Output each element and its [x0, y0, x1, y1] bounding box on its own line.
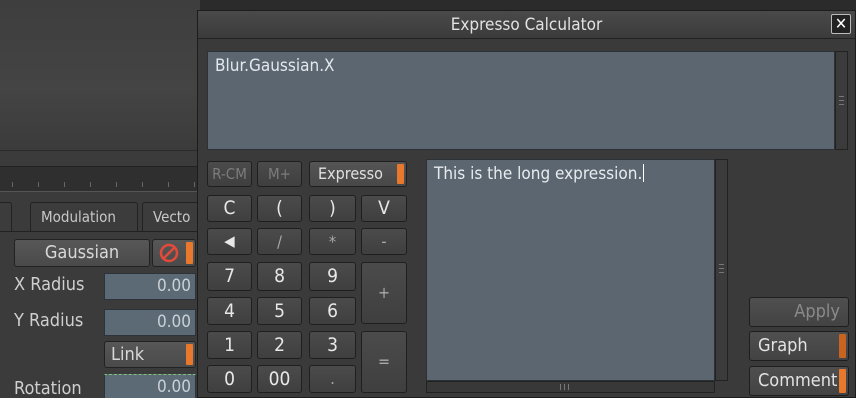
y-radius-field[interactable]: 0.00	[104, 309, 196, 336]
comment-button[interactable]: Comment	[749, 366, 849, 396]
plus-button[interactable]: +	[361, 262, 407, 324]
one-button[interactable]: 1	[207, 331, 252, 359]
close-button[interactable]: ✕	[831, 14, 851, 34]
close-icon: ✕	[834, 14, 848, 33]
y-radius-label: Y Radius	[14, 310, 84, 331]
backspace-button[interactable]: ◀	[207, 228, 252, 255]
back-arrow-icon: ◀	[224, 232, 235, 250]
expression-field[interactable]: Blur.Gaussian.X	[207, 51, 835, 150]
orange-indicator	[397, 164, 404, 184]
open-paren-button[interactable]: (	[257, 195, 302, 222]
timeline-ruler[interactable]	[0, 166, 200, 192]
rotation-field[interactable]: 0.00	[104, 374, 196, 398]
graph-button[interactable]: Graph	[749, 331, 849, 361]
equals-button[interactable]: =	[361, 331, 407, 393]
text-cursor	[643, 164, 645, 182]
expresso-calculator-window: Expresso Calculator ✕ Blur.Gaussian.X R-…	[197, 10, 856, 398]
expresso-button[interactable]: Expresso	[309, 161, 407, 187]
comment-horizontal-scrollbar[interactable]	[426, 381, 715, 393]
four-button[interactable]: 4	[207, 297, 252, 325]
minus-button[interactable]: -	[361, 228, 407, 255]
x-radius-label: X Radius	[14, 274, 85, 295]
divide-button[interactable]: /	[257, 228, 302, 255]
orange-indicator	[186, 344, 193, 365]
background-panel: Modulation Vecto Gaussian X Radius 0.00 …	[0, 0, 202, 398]
seven-button[interactable]: 7	[207, 262, 252, 291]
six-button[interactable]: 6	[309, 297, 356, 325]
close-paren-button[interactable]: )	[309, 195, 356, 222]
comment-text: This is the long expression.	[434, 164, 643, 184]
memory-add-button[interactable]: M+	[257, 161, 302, 187]
two-button[interactable]: 2	[257, 331, 302, 359]
apply-button[interactable]: Apply	[749, 297, 849, 327]
decimal-point-button[interactable]: .	[309, 365, 356, 393]
tab-strip-line	[0, 231, 200, 232]
tab-partial[interactable]	[0, 202, 12, 232]
double-zero-button[interactable]: 00	[257, 365, 302, 393]
background-viewport	[0, 0, 200, 150]
tab-vector[interactable]: Vecto	[142, 202, 202, 232]
disable-filter-button[interactable]	[152, 239, 196, 267]
multiply-button[interactable]: *	[309, 228, 356, 255]
comment-vertical-scrollbar[interactable]	[715, 159, 728, 381]
comment-field[interactable]: This is the long expression.	[426, 159, 715, 381]
nine-button[interactable]: 9	[309, 262, 356, 291]
filter-type-button[interactable]: Gaussian	[14, 239, 150, 267]
divider	[0, 150, 200, 151]
clear-button[interactable]: C	[207, 195, 252, 222]
zero-button[interactable]: 0	[207, 365, 252, 393]
link-button[interactable]: Link	[104, 341, 196, 368]
x-radius-field[interactable]: 0.00	[104, 273, 196, 300]
five-button[interactable]: 5	[257, 297, 302, 325]
window-title: Expresso Calculator	[450, 15, 603, 35]
tab-modulation[interactable]: Modulation	[30, 202, 138, 232]
eight-button[interactable]: 8	[257, 262, 302, 291]
orange-indicator	[839, 334, 846, 358]
title-bar[interactable]: Expresso Calculator ✕	[198, 11, 855, 39]
expression-scrollbar[interactable]	[835, 51, 848, 150]
three-button[interactable]: 3	[309, 331, 356, 359]
orange-indicator	[839, 369, 846, 393]
no-entry-icon	[159, 243, 179, 263]
rotation-label: Rotation	[14, 378, 82, 398]
recall-memory-button[interactable]: R-CM	[207, 161, 252, 187]
v-button[interactable]: V	[361, 195, 407, 222]
orange-indicator	[186, 242, 193, 264]
